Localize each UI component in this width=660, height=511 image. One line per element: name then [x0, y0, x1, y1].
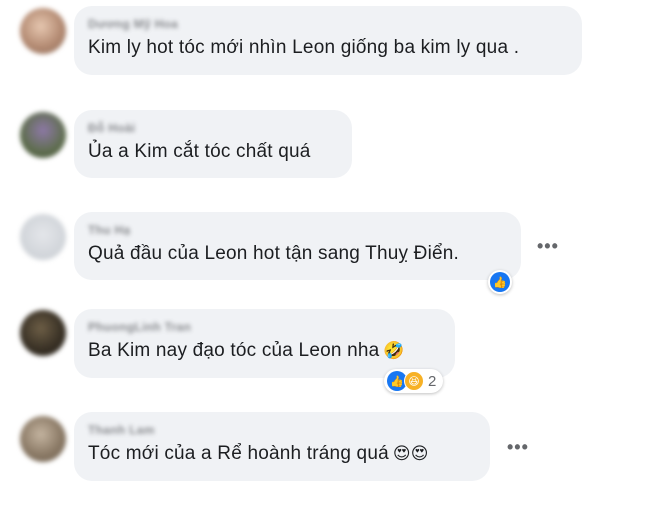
like-reaction-icon: 👍 — [490, 272, 510, 292]
haha-reaction-icon: 😆 — [404, 371, 424, 391]
reaction-count: 2 — [428, 372, 437, 390]
comment-text: Ba Kim nay đạo tóc của Leon nha 🤣 — [88, 340, 441, 362]
reaction-summary[interactable]: 👍 😆 2 — [384, 369, 444, 393]
comment-bubble: Dương Mỹ Hoa Kim ly hot tóc mới nhìn Leo… — [74, 6, 582, 75]
comment-author[interactable]: PhuongLinh Tran — [88, 320, 441, 334]
avatar[interactable] — [20, 416, 66, 462]
comment-author[interactable]: Thu Hạ — [88, 223, 507, 237]
avatar[interactable] — [20, 112, 66, 158]
comment-bubble: Thanh Lam Tóc mới của a Rể hoành tráng q… — [74, 412, 490, 481]
heart-eyes-emoji-icon: 😍😍 — [392, 444, 429, 463]
comment-text: Kim ly hot tóc mới nhìn Leon giống ba ki… — [88, 37, 520, 58]
comment-bubble: Đỗ Hoài Ủa a Kim cắt tóc chất quá — [74, 110, 352, 178]
comment-bubble: Thu Hạ Quả đầu của Leon hot tận sang Thu… — [74, 212, 521, 280]
more-options-icon[interactable]: ••• — [537, 236, 559, 257]
comment-text-body: Ba Kim nay đạo tóc của Leon nha — [88, 340, 380, 361]
avatar[interactable] — [20, 214, 66, 260]
reaction-summary[interactable]: 👍 — [488, 270, 512, 294]
laughing-emoji-icon: 🤣 — [383, 341, 405, 360]
comment-bubble: PhuongLinh Tran Ba Kim nay đạo tóc của L… — [74, 309, 455, 378]
comment-author[interactable]: Đỗ Hoài — [88, 121, 338, 135]
comment-author[interactable]: Thanh Lam — [88, 423, 476, 437]
comment-text: Ủa a Kim cắt tóc chất quá — [88, 141, 311, 162]
comment-text-body: Tóc mới của a Rể hoành tráng quá — [88, 443, 389, 464]
comment-text: Quả đầu của Leon hot tận sang Thuỵ Điển. — [88, 243, 460, 264]
more-options-icon[interactable]: ••• — [507, 437, 529, 458]
comment-text: Tóc mới của a Rể hoành tráng quá 😍😍 — [88, 443, 476, 465]
avatar[interactable] — [20, 8, 66, 54]
comment-author[interactable]: Dương Mỹ Hoa — [88, 17, 568, 31]
avatar[interactable] — [20, 310, 66, 356]
